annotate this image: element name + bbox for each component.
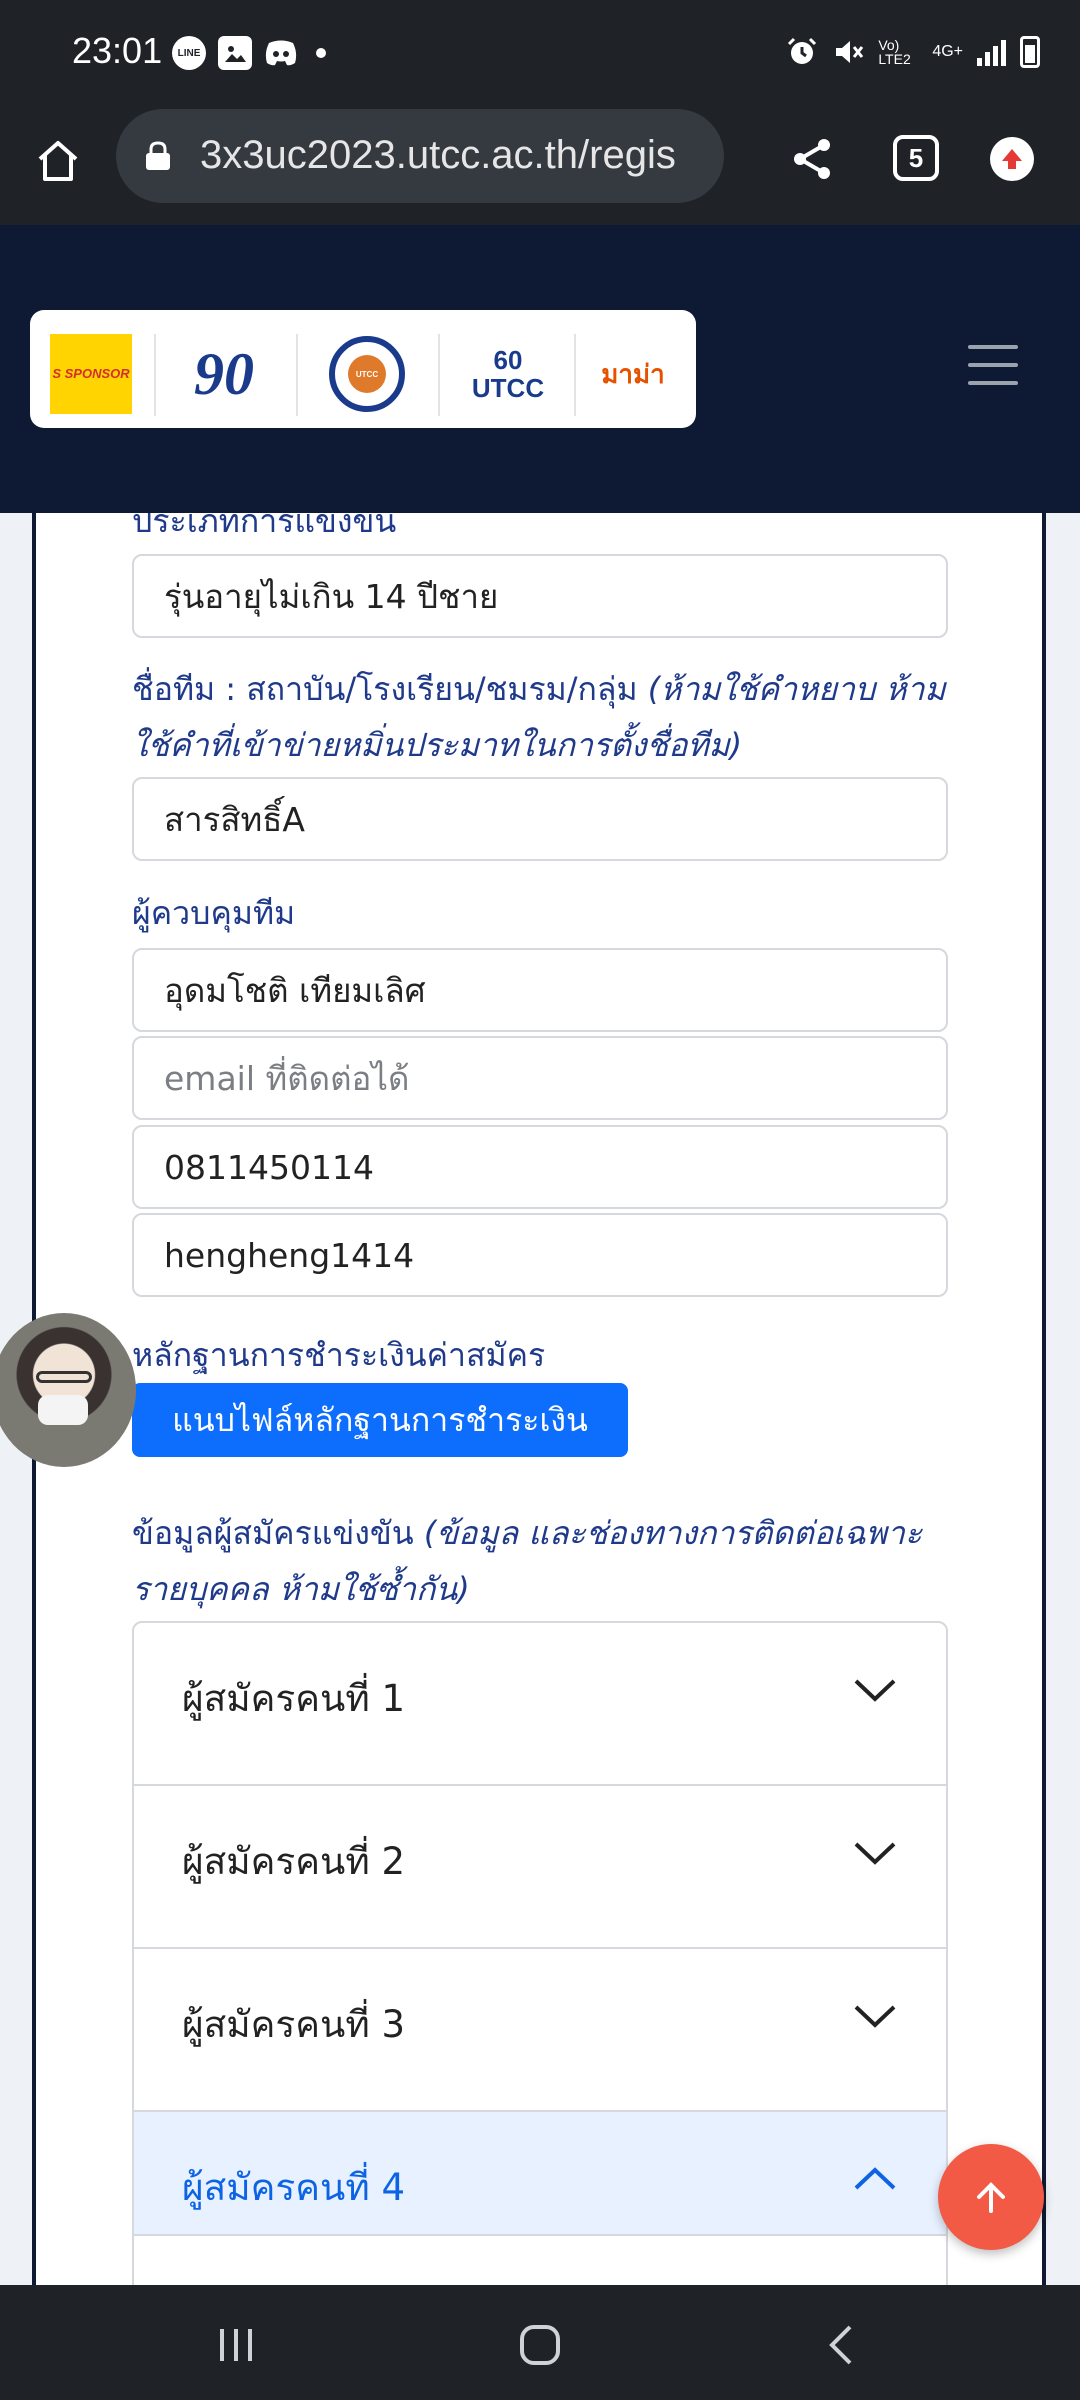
- back-button[interactable]: [812, 2315, 872, 2375]
- gallery-icon: [218, 36, 252, 70]
- chevron-down-icon: [854, 1842, 896, 1865]
- team-name-label: ชื่อทีม : สถาบัน/โรงเรียน/ชมรม/กลุ่ม (ห้…: [132, 670, 946, 764]
- applicants-label: ข้อมูลผู้สมัครแข่งขัน (ข้อมูล และช่องทาง…: [132, 1514, 923, 1608]
- accordion-label: ผู้สมัครคนที่ 4: [182, 2166, 406, 2209]
- sponsor-logo: S SPONSOR: [50, 334, 132, 414]
- chevron-down-icon: [854, 1679, 896, 1702]
- accordion-item-applicant-4[interactable]: ผู้สมัครคนที่ 4: [134, 2112, 946, 2236]
- scroll-to-top-button[interactable]: [938, 2144, 1044, 2250]
- manager-line-input[interactable]: hengheng1414: [132, 1213, 948, 1297]
- update-button[interactable]: [990, 137, 1034, 181]
- team-name-note: ใช้คำที่เข้าข่ายหมิ่นประมาทในการตั้งชื่อ…: [132, 726, 743, 764]
- manager-email-input[interactable]: email ที่ติดต่อได้: [132, 1036, 948, 1120]
- url-text: 3x3uc2023.utcc.ac.th/regis: [200, 133, 676, 177]
- home-nav-button[interactable]: [510, 2315, 570, 2375]
- alarm-icon: [788, 37, 817, 64]
- network-label: 4G+: [932, 43, 963, 60]
- utcc-60-logo: 60 UTCC: [471, 345, 545, 403]
- notification-icons: LINE: [172, 36, 326, 70]
- chevron-down-icon: [854, 2005, 896, 2028]
- applicants-note: รายบุคคล ห้ามใช้ซ้ำกัน): [132, 1570, 470, 1608]
- accordion-item-applicant-2[interactable]: ผู้สมัครคนที่ 2: [134, 1786, 946, 1949]
- share-button[interactable]: [782, 129, 842, 189]
- basketball-association-logo: UTCC: [326, 334, 408, 414]
- site-header: S SPONSOR 90 UTCC 60 UTCC มาม่า: [0, 225, 1080, 513]
- logo-divider: [296, 334, 298, 416]
- browser-toolbar: 3x3uc2023.utcc.ac.th/regis 5: [0, 105, 1080, 225]
- accordion-label: ผู้สมัครคนที่ 1: [182, 1677, 406, 1720]
- recent-apps-icon: [220, 2329, 252, 2361]
- mute-icon: [836, 41, 864, 63]
- signal-icon: [977, 38, 1006, 66]
- upload-payment-button[interactable]: แนบไฟล์หลักฐานการชำระเงิน: [132, 1383, 628, 1457]
- team-name-note: (ห้ามใช้คำหยาบ ห้าม: [647, 670, 946, 708]
- url-bar[interactable]: 3x3uc2023.utcc.ac.th/regis: [116, 109, 724, 203]
- applicants-note: (ข้อมูล และช่องทางการติดต่อเฉพาะ: [423, 1514, 923, 1552]
- team-name-input[interactable]: สารสิทธิ์A: [132, 777, 948, 861]
- battery-icon: [1020, 36, 1040, 68]
- accordion-item-applicant-1[interactable]: ผู้สมัครคนที่ 1: [134, 1623, 946, 1786]
- recent-apps-button[interactable]: [206, 2315, 266, 2375]
- logo-divider: [438, 334, 440, 416]
- menu-icon[interactable]: [968, 345, 1018, 385]
- logo-divider: [574, 334, 576, 416]
- tab-switcher-button[interactable]: 5: [893, 135, 939, 181]
- status-bar: 23:01 LINE Vo) LTE2 4G+: [0, 0, 1080, 105]
- applicants-accordion: ผู้สมัครคนที่ 1 ผู้สมัครคนที่ 2 ผู้สมัคร…: [132, 1621, 948, 2285]
- home-icon: [38, 141, 78, 181]
- manager-label: ผู้ควบคุมทีม: [132, 894, 296, 932]
- mama-logo: มาม่า: [601, 359, 665, 390]
- card-border: [1042, 513, 1046, 2285]
- share-icon: [794, 139, 830, 179]
- lock-icon: [146, 141, 170, 170]
- accordion-body-applicant-4: [134, 2236, 946, 2285]
- payment-label: หลักฐานการชำระเงินค่าสมัคร: [132, 1336, 546, 1374]
- status-time: 23:01: [72, 30, 163, 71]
- system-icons: Vo) LTE2 4G+: [786, 36, 1040, 68]
- arrow-up-icon: [1002, 149, 1022, 169]
- chevron-up-icon: [854, 2167, 896, 2190]
- home-button[interactable]: [28, 131, 88, 191]
- line-icon: LINE: [172, 36, 206, 70]
- competition-type-field[interactable]: รุ่นอายุไม่เกิน 14 ปีชาย: [132, 554, 948, 638]
- registration-form: ประเภทการแข่งขัน รุ่นอายุไม่เกิน 14 ปีชา…: [0, 513, 1080, 2285]
- manager-phone-input[interactable]: 0811450114: [132, 1125, 948, 1209]
- home-nav-icon: [520, 2325, 560, 2365]
- page-gutter: [1044, 513, 1080, 2285]
- navigation-bar: [0, 2285, 1080, 2400]
- back-icon: [829, 2325, 852, 2365]
- logo-divider: [154, 334, 156, 416]
- discord-icon: [264, 36, 298, 70]
- sponsor-logos[interactable]: S SPONSOR 90 UTCC 60 UTCC มาม่า: [30, 310, 696, 428]
- accordion-label: ผู้สมัครคนที่ 2: [182, 1840, 406, 1883]
- manager-name-input[interactable]: อุดมโชติ เทียมเลิศ: [132, 948, 948, 1032]
- dot-icon: [316, 48, 326, 58]
- accordion-label: ผู้สมัครคนที่ 3: [182, 2003, 406, 2046]
- arrow-up-icon: [977, 2182, 1005, 2213]
- accordion-item-applicant-3[interactable]: ผู้สมัครคนที่ 3: [134, 1949, 946, 2112]
- chamber-90-logo: 90: [194, 340, 254, 407]
- competition-type-label: ประเภทการแข่งขัน: [132, 513, 397, 540]
- volte-label: Vo) LTE2: [878, 37, 911, 67]
